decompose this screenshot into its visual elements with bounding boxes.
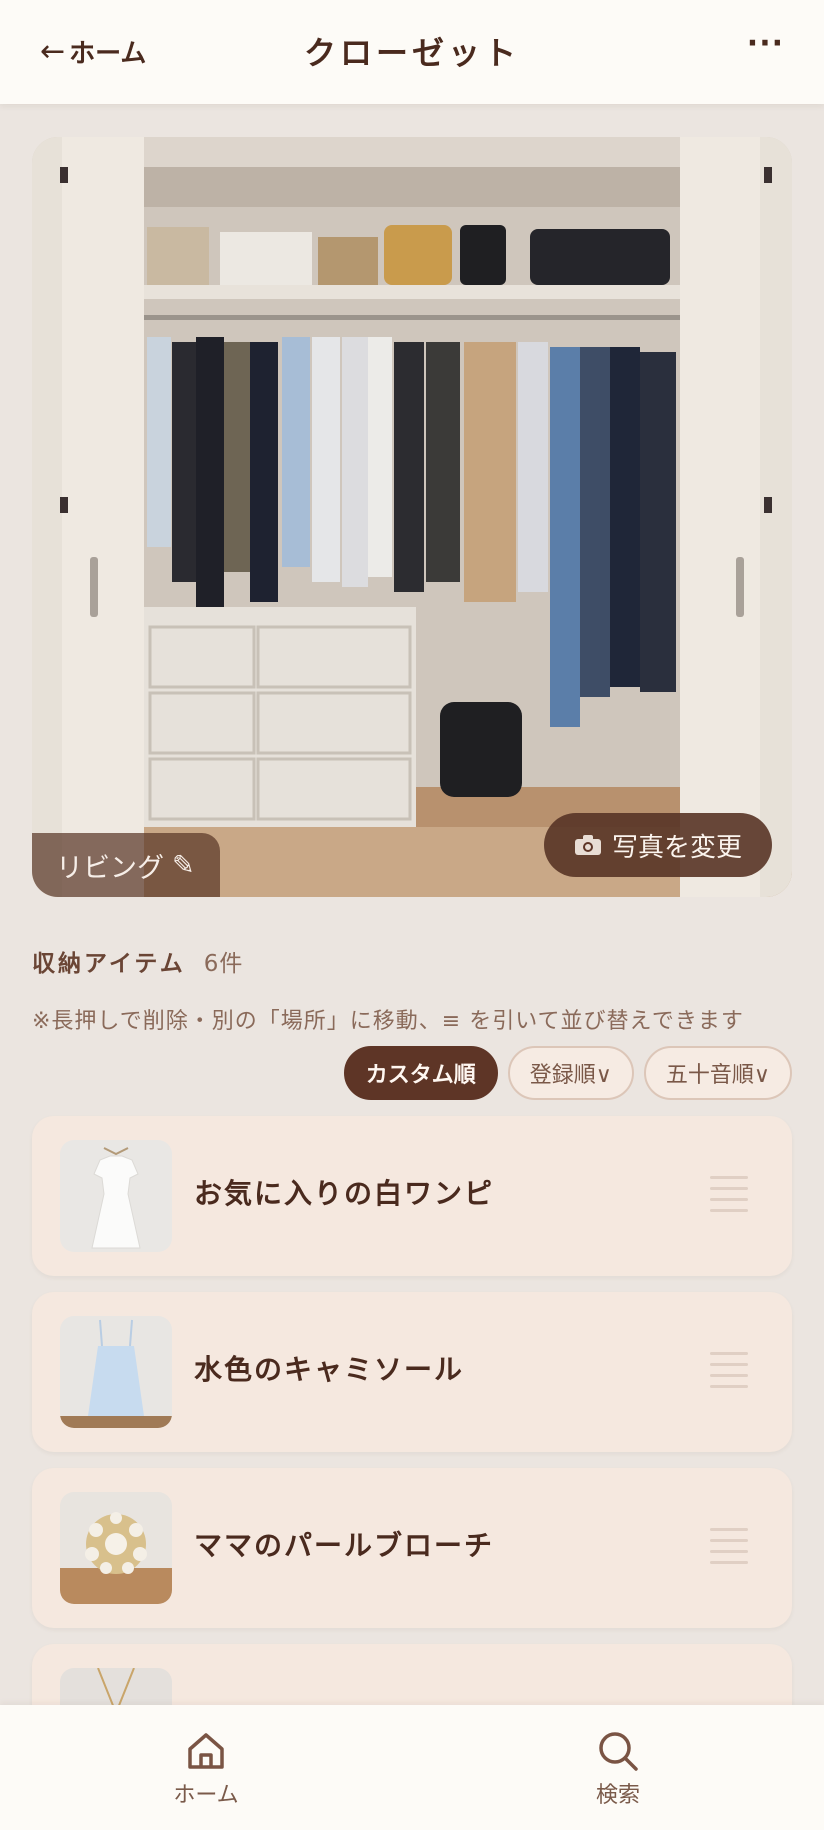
bottom-nav: ホーム 検索 — [0, 1705, 824, 1830]
section-title: 収納アイテム — [32, 951, 186, 977]
location-tag[interactable]: リビング ✎ — [32, 833, 220, 897]
item-count: 6件 — [203, 951, 244, 977]
items-section-header: 収納アイテム 6件 — [32, 944, 243, 978]
nav-search-label: 検索 — [595, 1783, 640, 1808]
page-title: クローゼット — [303, 34, 520, 72]
nav-home-label: ホーム — [173, 1783, 239, 1808]
more-options-button[interactable]: ··· — [747, 26, 784, 61]
closet-photo: リビング ✎ 写真を変更 — [32, 137, 792, 897]
edit-pencil-icon: ✎ — [172, 849, 195, 881]
change-photo-button[interactable]: 写真を変更 — [544, 813, 772, 877]
item-name: ママのパールブローチ — [194, 1529, 495, 1562]
app-header: ← ホーム クローゼット ··· — [0, 0, 824, 104]
camisole-icon — [60, 1316, 172, 1428]
search-icon — [599, 1732, 638, 1771]
list-item[interactable]: ママのパールブローチ — [32, 1468, 792, 1628]
white-dress-icon — [60, 1140, 172, 1252]
change-photo-label: 写真を変更 — [611, 832, 742, 863]
drag-handle-icon[interactable] — [710, 1352, 748, 1388]
closet-image — [32, 137, 792, 897]
item-name: お気に入りの白ワンピ — [194, 1177, 495, 1210]
list-item[interactable]: お気に入りの白ワンピ — [32, 1116, 792, 1276]
sort-registered-button[interactable]: 登録順∨ — [507, 1046, 634, 1100]
usage-hint: ※長押しで削除・別の「場所」に移動、≡ を引いて並び替えできます — [32, 1009, 744, 1034]
sort-options: カスタム順 登録順∨ 五十音順∨ — [343, 1046, 792, 1100]
sort-kana-button[interactable]: 五十音順∨ — [643, 1046, 792, 1100]
brooch-icon — [60, 1492, 172, 1604]
location-label: リビング — [56, 852, 164, 884]
camera-icon — [574, 835, 601, 855]
sort-custom-button[interactable]: カスタム順 — [343, 1046, 498, 1100]
nav-home[interactable]: ホーム — [136, 1729, 276, 1809]
nav-search[interactable]: 検索 — [548, 1729, 688, 1809]
list-item[interactable]: 水色のキャミソール — [32, 1292, 792, 1452]
home-icon — [188, 1733, 224, 1769]
item-name: 水色のキャミソール — [194, 1353, 465, 1386]
drag-handle-icon[interactable] — [710, 1528, 748, 1564]
drag-handle-icon[interactable] — [710, 1176, 748, 1212]
